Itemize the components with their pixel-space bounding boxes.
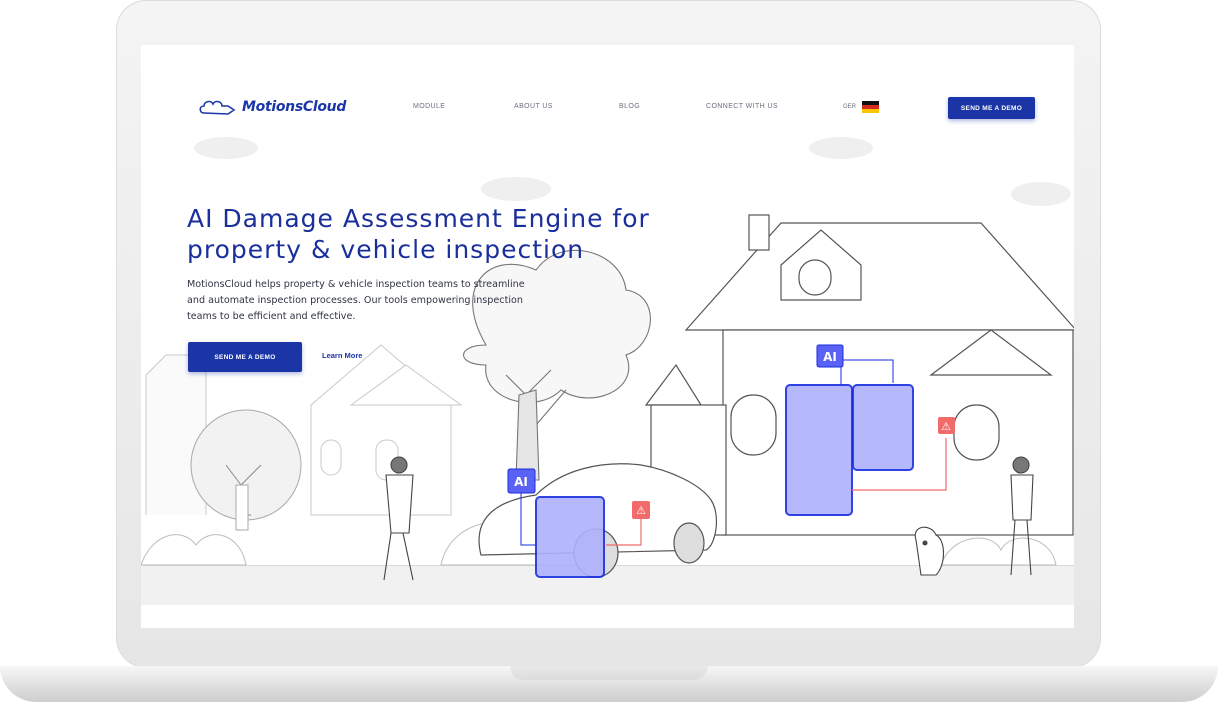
brand-logo[interactable]: MotionsCloud (198, 97, 346, 117)
svg-text:⚠: ⚠ (941, 420, 951, 433)
nav-link-about-us[interactable]: ABOUT US (514, 103, 553, 110)
hero-title: AI Damage Assessment Engine for property… (187, 203, 707, 265)
top-navigation: MotionsCloud MODULE ABOUT US BLOG CONNEC… (141, 97, 1074, 123)
nav-link-module[interactable]: MODULE (413, 103, 445, 110)
cloud-logo-icon (199, 100, 236, 115)
inspector-person (383, 456, 414, 581)
svg-text:⚠: ⚠ (636, 504, 646, 517)
hero-title-line-2: property & vehicle inspection (187, 235, 585, 264)
hero-send-demo-button[interactable]: SEND ME A DEMO (188, 342, 302, 372)
house-ai-badge: AI (823, 350, 837, 364)
nav-link-blog[interactable]: BLOG (619, 103, 640, 110)
german-flag-icon (862, 101, 880, 113)
hero-description: MotionsCloud helps property & vehicle in… (187, 277, 567, 325)
browser-screen: ⚠ AI ⚠ AI MotionsCloud MODULE ABOUT US B… (141, 45, 1074, 628)
language-label: GER (843, 104, 857, 110)
tree-left (190, 409, 302, 531)
hero-description-line-2: and automate inspection processes. Our t… (187, 295, 523, 306)
hero-illustration: ⚠ AI ⚠ AI (141, 137, 1074, 605)
house (644, 214, 1074, 536)
cloud-shapes (194, 137, 1071, 206)
hero-description-line-3: teams to be efficient and effective. (187, 311, 356, 322)
car-ai-badge: AI (514, 475, 528, 489)
language-selector[interactable]: GER (843, 101, 880, 113)
brand-name: MotionsCloud (242, 99, 347, 115)
nav-link-connect-with-us[interactable]: CONNECT WITH US (706, 103, 778, 110)
nav-send-demo-button[interactable]: SEND ME A DEMO (948, 97, 1035, 119)
hero-description-line-1: MotionsCloud helps property & vehicle in… (187, 279, 525, 290)
laptop-notch (510, 666, 708, 680)
learn-more-link[interactable]: Learn More (322, 351, 362, 360)
hero-title-line-1: AI Damage Assessment Engine for (187, 204, 650, 233)
